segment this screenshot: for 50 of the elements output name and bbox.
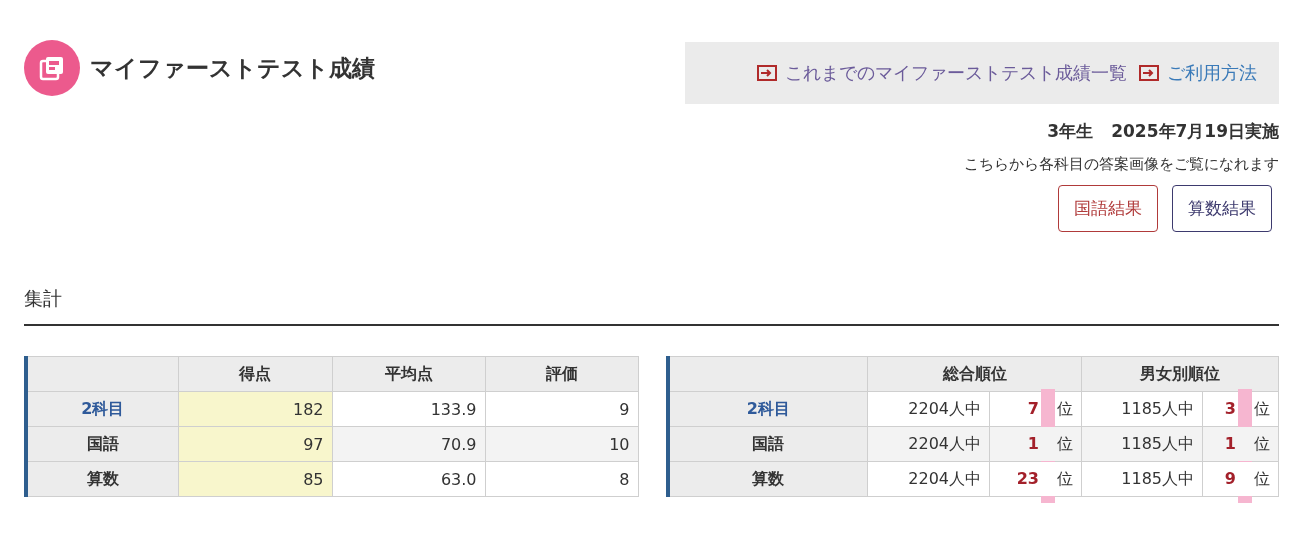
- rank-unit: 位: [1254, 433, 1270, 453]
- answer-note: こちらから各科目の答案画像をご覧になれます: [964, 155, 1279, 174]
- nav-link[interactable]: これまでのマイファーストテスト成績一覧: [757, 61, 1127, 85]
- column-header: 平均点: [332, 356, 485, 392]
- table-cell: 9: [485, 391, 638, 427]
- login-icon: [1139, 65, 1159, 81]
- subject-label: 算数: [26, 461, 178, 497]
- table-cell: 133.9: [332, 391, 485, 427]
- nav-link[interactable]: ご利用方法: [1139, 61, 1257, 85]
- section-title: 集計: [24, 286, 1279, 326]
- rank-number: 1: [1224, 433, 1236, 453]
- column-header: 総合順位: [867, 356, 1082, 392]
- rank-unit: 位: [1057, 468, 1073, 488]
- result-button[interactable]: 国語結果: [1058, 185, 1158, 232]
- table-cell: 85: [178, 461, 332, 497]
- table-cell: 10: [485, 426, 638, 462]
- table-cell: 70.9: [332, 426, 485, 462]
- subject-label: 国語: [26, 426, 178, 462]
- table-cell: 63.0: [332, 461, 485, 497]
- table-cell: 1185人中: [1081, 391, 1203, 427]
- column-header: 得点: [178, 356, 332, 392]
- rank-number: 23: [1016, 468, 1039, 488]
- rank-unit: 位: [1254, 468, 1270, 488]
- rank-number: 3: [1224, 398, 1236, 418]
- table-cell: 182: [178, 391, 332, 427]
- rank-number: 9: [1224, 468, 1236, 488]
- rank-unit: 位: [1057, 398, 1073, 418]
- table-cell: 1185人中: [1081, 426, 1203, 462]
- table-cell: 2204人中: [867, 461, 990, 497]
- table-cell: 8: [485, 461, 638, 497]
- subject-label: 2科目: [26, 391, 178, 427]
- grade-label: 3年生: [1047, 120, 1094, 143]
- page-title: マイファーストテスト成績: [90, 53, 375, 83]
- table-cell: 1185人中: [1081, 461, 1203, 497]
- table-cell: 97: [178, 426, 332, 462]
- subject-label: 算数: [667, 461, 868, 497]
- subject-label: 国語: [667, 426, 868, 462]
- login-icon: [757, 65, 777, 81]
- column-header: 男女別順位: [1081, 356, 1279, 392]
- result-button[interactable]: 算数結果: [1172, 185, 1272, 232]
- rank-number: 7: [1027, 398, 1039, 418]
- subject-label: 2科目: [667, 391, 868, 427]
- copy-icon: [24, 40, 80, 96]
- rank-unit: 位: [1057, 433, 1073, 453]
- rank-number: 1: [1027, 433, 1039, 453]
- rank-unit: 位: [1254, 398, 1270, 418]
- table-cell: 2204人中: [867, 426, 990, 462]
- exam-date: 2025年7月19日実施: [1111, 120, 1279, 143]
- table-cell: 2204人中: [867, 391, 990, 427]
- column-header: 評価: [485, 356, 638, 392]
